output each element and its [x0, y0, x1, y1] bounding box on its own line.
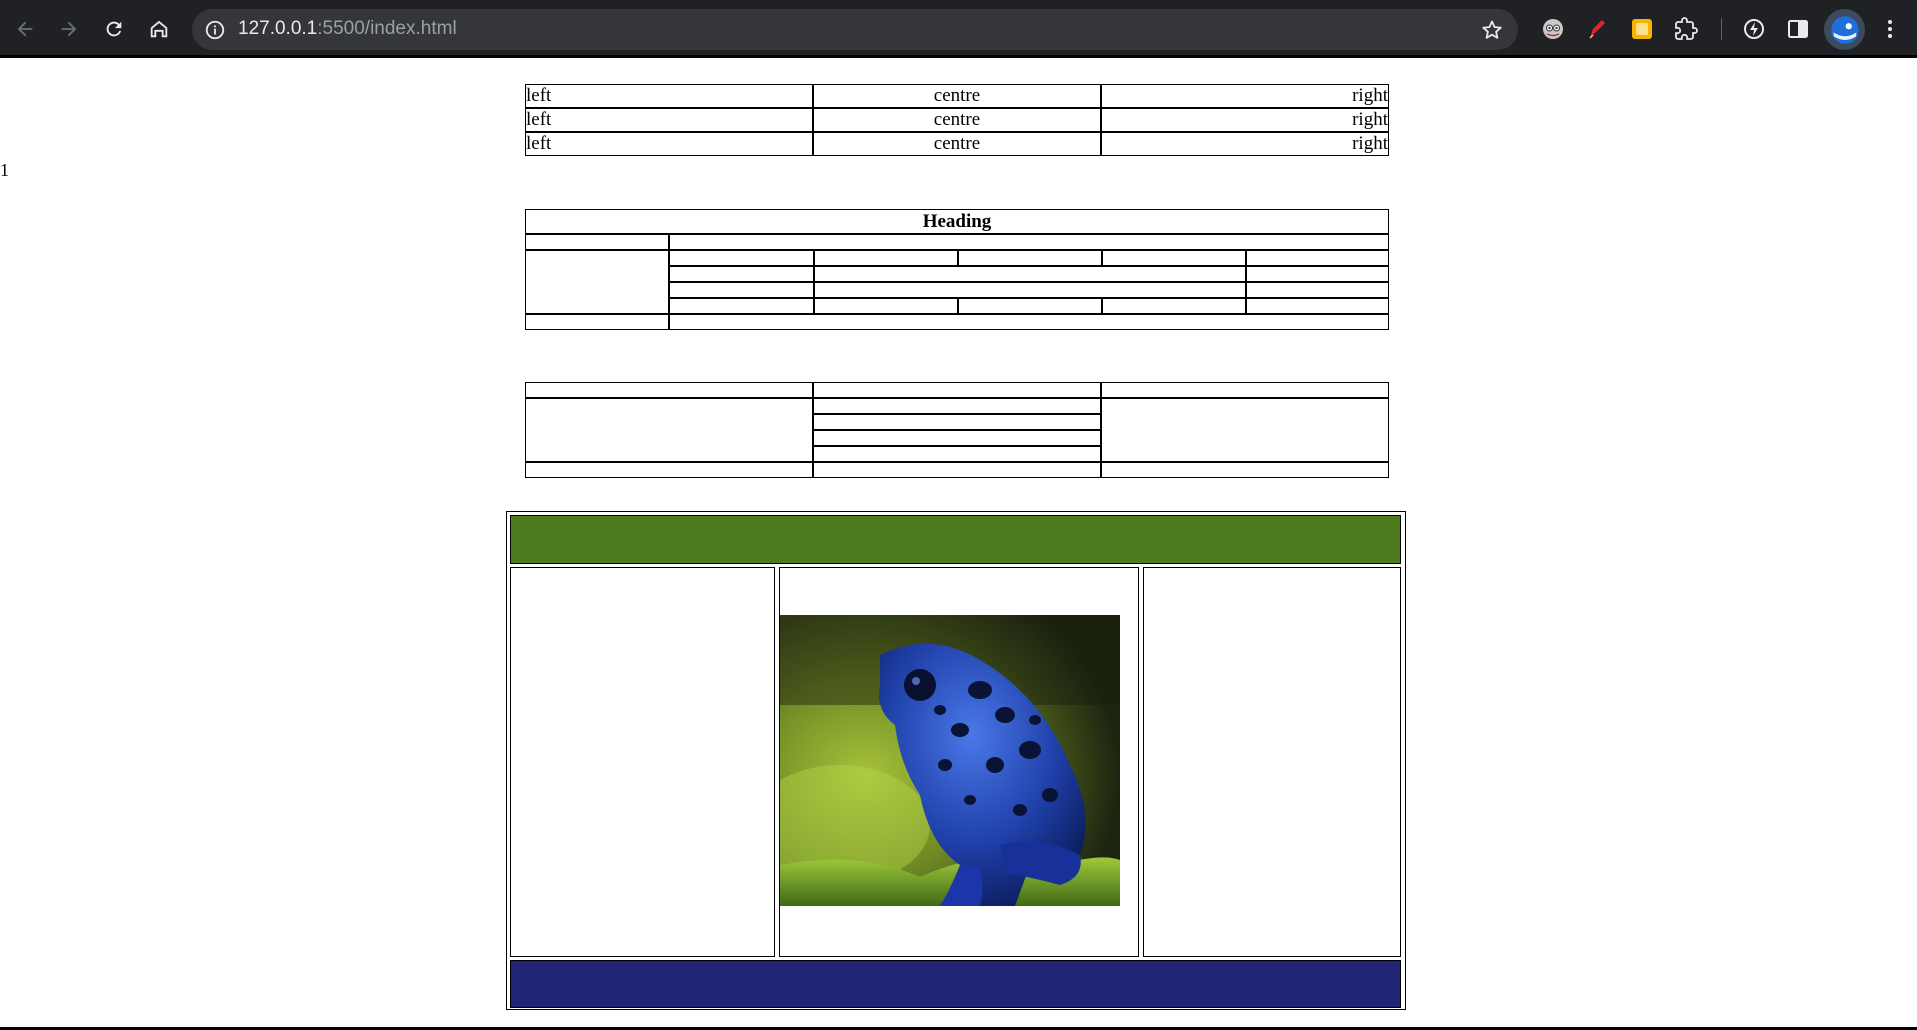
table-cell	[1102, 298, 1246, 314]
table-row	[525, 382, 1389, 398]
table-cell	[525, 234, 670, 250]
extension-icon[interactable]	[1583, 15, 1611, 43]
table-row	[525, 398, 1389, 462]
table-row: Heading	[525, 209, 1389, 234]
cell-right: right	[1101, 84, 1389, 108]
table-cell	[669, 298, 814, 314]
table-cell	[812, 398, 1102, 414]
page-layout-table	[506, 511, 1406, 1010]
site-info-icon[interactable]	[204, 19, 226, 41]
table-row	[525, 314, 1389, 330]
address-bar[interactable]: 127.0.0.1:5500/index.html	[192, 9, 1518, 50]
menu-kebab-icon[interactable]	[1876, 15, 1904, 43]
table-cell	[669, 282, 814, 298]
table-cell	[669, 250, 814, 266]
cell-centre: centre	[812, 132, 1102, 156]
reload-icon[interactable]	[99, 14, 129, 44]
table-row	[525, 234, 1389, 250]
back-arrow-icon[interactable]	[10, 14, 40, 44]
profile-avatar-icon[interactable]	[1824, 9, 1865, 50]
layout-left-column	[510, 567, 775, 957]
cell-right: right	[1101, 108, 1389, 132]
toolbar-separator	[1721, 18, 1722, 40]
layout-header	[510, 515, 1401, 564]
table-cell	[525, 398, 813, 462]
table-row: left centre right	[525, 84, 1389, 108]
table-cell	[813, 282, 1246, 298]
table-cell	[525, 382, 813, 398]
table-cell	[812, 414, 1102, 430]
layout-middle-column	[779, 567, 1139, 957]
table-cell	[813, 298, 958, 314]
table-cell	[812, 446, 1102, 462]
table-cell	[525, 314, 670, 330]
cell-centre: centre	[812, 108, 1102, 132]
table-cell	[669, 266, 814, 282]
table-cell	[812, 382, 1102, 398]
table-row: left centre right	[525, 132, 1389, 156]
alignment-table: left centre right left centre right left…	[525, 84, 1389, 156]
table-cell	[1245, 266, 1389, 282]
table-cell	[1101, 398, 1389, 462]
table-cell	[1245, 298, 1389, 314]
table-cell	[813, 250, 958, 266]
table-cell	[812, 462, 1102, 478]
cell-left: left	[525, 108, 813, 132]
cell-left: left	[525, 132, 813, 156]
url-path: :5500/index.html	[317, 18, 457, 39]
table-row	[525, 250, 1389, 314]
rowspan-table	[525, 382, 1389, 478]
extension-icon[interactable]	[1628, 15, 1656, 43]
table-cell	[813, 266, 1246, 282]
layout-right-column	[1143, 567, 1401, 957]
table-cell	[812, 430, 1102, 446]
table-row	[525, 462, 1389, 478]
extension-icon[interactable]	[1672, 15, 1700, 43]
table-cell	[1102, 250, 1246, 266]
cell-left: left	[525, 84, 813, 108]
table-cell	[669, 314, 1389, 330]
table-row: left centre right	[525, 108, 1389, 132]
table-cell	[525, 462, 813, 478]
cell-centre: centre	[812, 84, 1102, 108]
table-cell	[1245, 282, 1389, 298]
frog-image	[780, 615, 1120, 906]
extension-icon[interactable]	[1539, 15, 1567, 43]
table-cell	[525, 250, 670, 314]
table-cell	[957, 298, 1103, 314]
heading-grid-table: Heading	[525, 209, 1389, 330]
table-cell	[1245, 250, 1389, 266]
url-host: 127.0.0.1	[238, 18, 318, 39]
stray-text: 1	[0, 160, 9, 180]
home-icon[interactable]	[144, 14, 174, 44]
table-cell	[1101, 382, 1389, 398]
browser-toolbar: 127.0.0.1:5500/index.html	[0, 0, 1917, 58]
page-content: 1 left centre right left centre right le…	[0, 58, 1917, 1030]
url-text[interactable]: 127.0.0.1:5500/index.html	[238, 18, 457, 40]
cell-right: right	[1101, 132, 1389, 156]
table-cell	[1101, 462, 1389, 478]
forward-arrow-icon[interactable]	[54, 14, 84, 44]
side-panel-icon[interactable]	[1784, 15, 1812, 43]
table-cell	[957, 250, 1103, 266]
extension-icon[interactable]	[1740, 15, 1768, 43]
table-heading: Heading	[525, 209, 1389, 234]
bookmark-star-icon[interactable]	[1480, 18, 1504, 42]
table-cell	[669, 234, 1389, 250]
layout-footer	[510, 960, 1401, 1008]
